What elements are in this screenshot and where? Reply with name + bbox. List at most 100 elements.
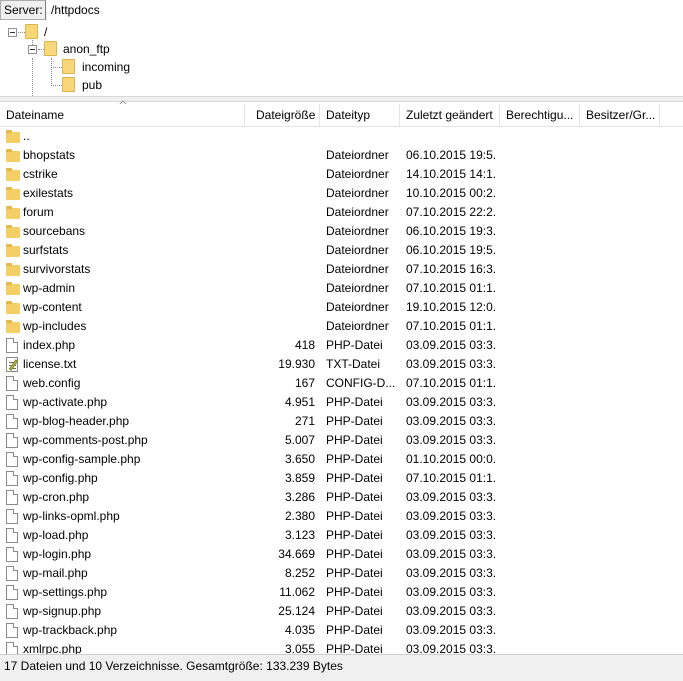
file-icon	[6, 528, 18, 543]
file-modified: 06.10.2015 19:5...	[406, 148, 496, 162]
table-row[interactable]: survivorstats Dateiordner 07.10.2015 16:3.…	[0, 260, 683, 279]
file-type: PHP-Datei	[326, 433, 383, 447]
collapse-root-icon[interactable]	[8, 28, 17, 37]
table-row[interactable]: wp-load.php 3.123 PHP-Datei 03.09.2015 03:3…	[0, 526, 683, 545]
directory-tree: / anon_ftp incoming pub	[0, 20, 683, 96]
column-header-name[interactable]: Dateiname	[0, 104, 245, 127]
file-size: 34.669	[278, 547, 315, 561]
folder-icon	[6, 282, 20, 295]
file-modified: 03.09.2015 03:3...	[406, 414, 496, 428]
file-icon	[6, 395, 18, 410]
folder-icon	[6, 225, 20, 238]
file-modified: 03.09.2015 03:3...	[406, 395, 496, 409]
file-name: wp-load.php	[23, 528, 89, 542]
folder-icon	[6, 244, 20, 257]
file-size: 3.055	[284, 642, 315, 654]
file-size: 4.035	[284, 623, 315, 637]
file-name: wp-links-opml.php	[23, 509, 120, 523]
file-size: 5.007	[284, 433, 315, 447]
table-row[interactable]: wp-blog-header.php 271 PHP-Datei 03.09.2015…	[0, 412, 683, 431]
file-modified: 19.10.2015 12:0...	[406, 300, 496, 314]
table-row[interactable]: wp-login.php 34.669 PHP-Datei 03.09.2015 03…	[0, 545, 683, 564]
table-row[interactable]: wp-links-opml.php 2.380 PHP-Datei 03.09.201…	[0, 507, 683, 526]
tree-node-label: pub	[82, 78, 103, 92]
status-bar: 17 Dateien und 10 Verzeichnisse. Gesamtg…	[0, 654, 683, 681]
table-row[interactable]: license.txt 19.930 TXT-Datei 03.09.2015 03:…	[0, 355, 683, 374]
file-modified: 07.10.2015 22:2...	[406, 205, 496, 219]
table-row[interactable]: wp-signup.php 25.124 PHP-Datei 03.09.2015 0…	[0, 602, 683, 621]
pane-splitter[interactable]	[0, 96, 683, 102]
file-type: Dateiordner	[326, 300, 389, 314]
table-row[interactable]: exilestats Dateiordner 10.10.2015 00:2...	[0, 184, 683, 203]
column-header-permissions[interactable]: Berechtigu...	[500, 104, 580, 127]
file-modified: 10.10.2015 00:2...	[406, 186, 496, 200]
file-type: Dateiordner	[326, 148, 389, 162]
file-name: wp-content	[23, 300, 82, 314]
table-row[interactable]: wp-cron.php 3.286 PHP-Datei 03.09.2015 03:3…	[0, 488, 683, 507]
file-size	[245, 165, 315, 184]
file-size	[245, 146, 315, 165]
file-size: 3.859	[284, 471, 315, 485]
table-row[interactable]: ..	[0, 127, 683, 146]
file-modified: 07.10.2015 01:1...	[406, 471, 496, 485]
tree-connector	[51, 67, 62, 68]
file-name: cstrike	[23, 167, 58, 181]
table-row[interactable]: wp-config-sample.php 3.650 PHP-Datei 01.10.…	[0, 450, 683, 469]
file-size	[245, 203, 315, 222]
file-type: Dateiordner	[326, 319, 389, 333]
file-type: Dateiordner	[326, 205, 389, 219]
table-row[interactable]: web.config 167 CONFIG-D... 07.10.2015 01:1.…	[0, 374, 683, 393]
column-header-size[interactable]: Dateigröße	[245, 104, 320, 127]
tree-connector	[18, 32, 25, 33]
file-name: wp-login.php	[23, 547, 92, 561]
file-type: PHP-Datei	[326, 528, 383, 542]
file-icon	[6, 414, 18, 429]
column-header-modified[interactable]: Zuletzt geändert	[400, 104, 500, 127]
collapse-anon-ftp-icon[interactable]	[28, 45, 37, 54]
table-row[interactable]: sourcebans Dateiordner 06.10.2015 19:3...	[0, 222, 683, 241]
file-type: CONFIG-D...	[326, 376, 396, 390]
table-row[interactable]: cstrike Dateiordner 14.10.2015 14:1...	[0, 165, 683, 184]
folder-icon	[6, 206, 20, 219]
file-icon	[6, 471, 18, 486]
file-size	[245, 241, 315, 260]
table-row[interactable]: wp-admin Dateiordner 07.10.2015 01:1...	[0, 279, 683, 298]
file-icon	[6, 585, 18, 600]
table-row[interactable]: surfstats Dateiordner 06.10.2015 19:5...	[0, 241, 683, 260]
file-name: web.config	[23, 376, 81, 390]
file-name: wp-signup.php	[23, 604, 102, 618]
file-type: Dateiordner	[326, 262, 389, 276]
table-row[interactable]: wp-includes Dateiordner 07.10.2015 01:1...	[0, 317, 683, 336]
file-name: wp-includes	[23, 319, 87, 333]
table-row[interactable]: wp-config.php 3.859 PHP-Datei 07.10.2015 01…	[0, 469, 683, 488]
file-modified: 06.10.2015 19:3...	[406, 224, 496, 238]
table-row[interactable]: forum Dateiordner 07.10.2015 22:2...	[0, 203, 683, 222]
file-icon	[6, 509, 18, 524]
table-row[interactable]: wp-settings.php 11.062 PHP-Datei 03.09.2015…	[0, 583, 683, 602]
file-name: wp-comments-post.php	[23, 433, 148, 447]
file-name: wp-activate.php	[23, 395, 108, 409]
table-row[interactable]: wp-mail.php 8.252 PHP-Datei 03.09.2015 03:3…	[0, 564, 683, 583]
file-icon	[6, 566, 18, 581]
file-name: forum	[23, 205, 54, 219]
file-icon	[6, 623, 18, 638]
file-size	[245, 222, 315, 241]
file-modified: 06.10.2015 19:5...	[406, 243, 496, 257]
file-size: 418	[294, 338, 315, 352]
column-header-type[interactable]: Dateityp	[320, 104, 400, 127]
folder-icon	[62, 59, 75, 74]
table-row[interactable]: wp-activate.php 4.951 PHP-Datei 03.09.2015 …	[0, 393, 683, 412]
table-row[interactable]: bhopstats Dateiordner 06.10.2015 19:5...	[0, 146, 683, 165]
file-size: 4.951	[284, 395, 315, 409]
table-row[interactable]: index.php 418 PHP-Datei 03.09.2015 03:3...	[0, 336, 683, 355]
table-row[interactable]: wp-comments-post.php 5.007 PHP-Datei 03.09.…	[0, 431, 683, 450]
file-modified: 07.10.2015 16:3...	[406, 262, 496, 276]
file-size	[245, 127, 315, 146]
column-header-owner[interactable]: Besitzer/Gr...	[580, 104, 660, 127]
file-name: exilestats	[23, 186, 74, 200]
server-path-input[interactable]	[47, 0, 683, 20]
table-row[interactable]: xmlrpc.php 3.055 PHP-Datei 03.09.2015 03:3.…	[0, 640, 683, 654]
table-row[interactable]: wp-content Dateiordner 19.10.2015 12:0...	[0, 298, 683, 317]
tree-node-label: incoming	[82, 60, 131, 74]
table-row[interactable]: wp-trackback.php 4.035 PHP-Datei 03.09.2015…	[0, 621, 683, 640]
